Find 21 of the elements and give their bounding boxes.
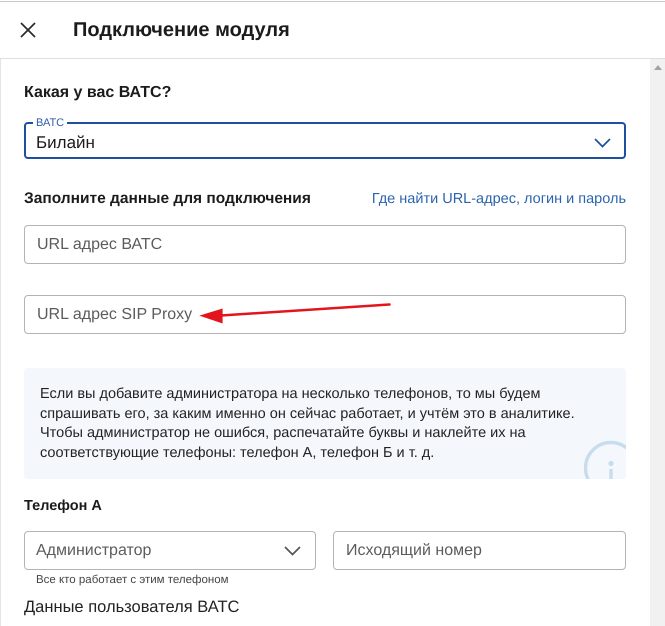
section-heading: Заполните данные для подключения [24, 189, 311, 209]
close-icon [20, 22, 36, 38]
info-text: Если вы добавите администратора на несколько телефонов, то мы будем спрашивать его, за каким именно он сейчас работает, и учтём это в аналитике. Чтобы администратор не ошибся, распечатайте буквы и наклейте их на соответствующие телефоны: телефон А, телефон Б и т. д. [40, 385, 576, 462]
close-button[interactable] [20, 22, 36, 38]
input-field[interactable]: URL адрес ВАТС [24, 225, 626, 264]
dropdown[interactable]: Администратор [24, 531, 316, 570]
scrollbar[interactable] [650, 59, 665, 626]
dialog-title: Подключение модуля [73, 18, 290, 42]
helper-text: Все кто работает с этим телефоном [36, 573, 229, 587]
help-link[interactable]: Где найти URL-адрес, логин и пароль [372, 189, 626, 209]
section-heading: Данные пользователя ВАТС [24, 597, 240, 617]
scroll-up-icon[interactable] [654, 65, 662, 70]
info-icon [584, 438, 626, 479]
dropdown[interactable]: ВАТС Билайн [24, 117, 626, 159]
chevron-down-icon [594, 138, 611, 148]
section-heading: Какая у вас ВАТС? [24, 83, 172, 103]
input-field[interactable]: URL адрес SIP Proxy [24, 295, 626, 334]
chevron-down-icon [284, 546, 301, 556]
floating-label: ВАТС [35, 117, 66, 129]
section-heading: Телефон А [24, 497, 102, 515]
input-field[interactable]: Исходящий номер [333, 531, 626, 570]
